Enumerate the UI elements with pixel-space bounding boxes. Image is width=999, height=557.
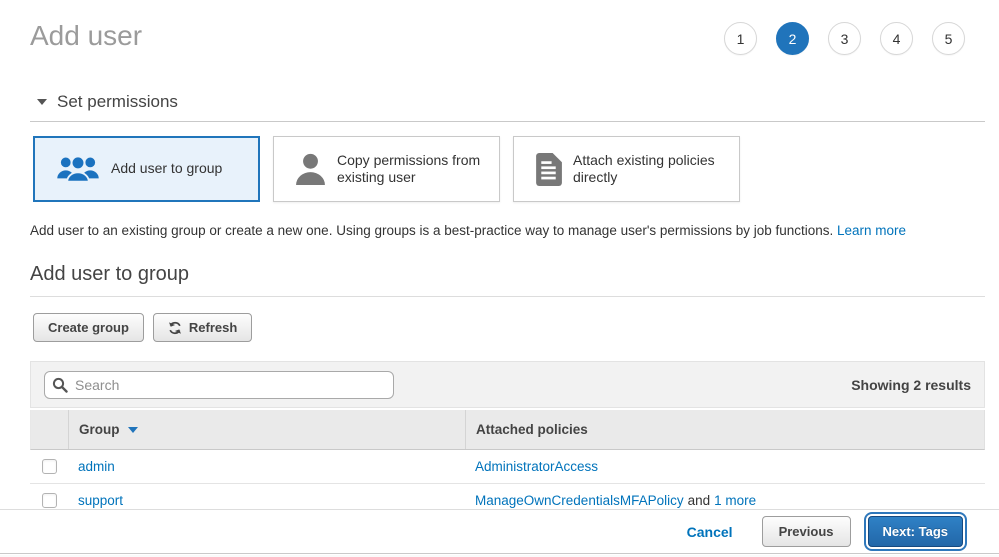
create-group-label: Create group: [48, 320, 129, 335]
permission-option-cards: Add user to group Copy permissions from …: [33, 136, 999, 202]
header-checkbox-cell: [31, 410, 69, 449]
page-header: Add user 1 2 3 4 5: [0, 0, 999, 55]
wizard-steps: 1 2 3 4 5: [724, 22, 965, 55]
table-header-row: Group Attached policies: [30, 410, 985, 450]
document-icon: [535, 153, 562, 186]
group-column-label: Group: [79, 422, 120, 437]
step-5: 5: [932, 22, 965, 55]
column-header-attached-policies: Attached policies: [466, 410, 984, 449]
card-add-user-to-group[interactable]: Add user to group: [33, 136, 260, 202]
cancel-link[interactable]: Cancel: [687, 524, 733, 540]
groups-table-panel: Showing 2 results Group Attached policie…: [30, 361, 985, 518]
group-cell: admin: [68, 450, 465, 483]
search-input[interactable]: [44, 371, 394, 399]
group-section-title: Add user to group: [30, 263, 985, 286]
group-link[interactable]: admin: [78, 459, 115, 474]
group-section-header: Add user to group: [30, 263, 985, 297]
policies-column-label: Attached policies: [476, 422, 588, 437]
row-checkbox-cell: [30, 450, 68, 483]
search-box: [44, 371, 394, 399]
more-policies-link[interactable]: 1 more: [714, 493, 756, 508]
table-toolbar: Showing 2 results: [30, 361, 985, 408]
column-header-group[interactable]: Group: [69, 410, 466, 449]
search-icon: [52, 377, 68, 398]
step-3: 3: [828, 22, 861, 55]
wizard-footer: Cancel Previous Next: Tags: [0, 509, 999, 554]
policies-cell: AdministratorAccess: [465, 450, 985, 483]
step-2-active: 2: [776, 22, 809, 55]
row-checkbox[interactable]: [42, 493, 57, 508]
results-count: Showing 2 results: [851, 377, 971, 393]
card-copy-permissions[interactable]: Copy permissions from existing user: [273, 136, 500, 202]
page-title: Add user: [30, 20, 142, 52]
create-group-button[interactable]: Create group: [33, 313, 144, 342]
card-label: Add user to group: [111, 160, 226, 178]
user-icon: [295, 152, 326, 186]
previous-button[interactable]: Previous: [762, 516, 851, 547]
group-toolbar: Create group Refresh: [33, 313, 999, 342]
section-title: Set permissions: [57, 92, 178, 112]
card-attach-policies[interactable]: Attach existing policies directly: [513, 136, 740, 202]
card-label: Attach existing policies directly: [573, 152, 729, 187]
step-1: 1: [724, 22, 757, 55]
refresh-button[interactable]: Refresh: [153, 313, 252, 342]
learn-more-link[interactable]: Learn more: [837, 223, 906, 238]
policies-joiner-text: and: [688, 493, 711, 508]
next-tags-button[interactable]: Next: Tags: [868, 516, 964, 547]
policy-link[interactable]: ManageOwnCredentialsMFAPolicy: [475, 493, 684, 508]
previous-label: Previous: [779, 524, 834, 539]
set-permissions-header[interactable]: Set permissions: [30, 92, 985, 122]
card-label: Copy permissions from existing user: [337, 152, 489, 187]
group-link[interactable]: support: [78, 493, 123, 508]
step-4: 4: [880, 22, 913, 55]
next-tags-label: Next: Tags: [883, 524, 949, 539]
description-text: Add user to an existing group or create …: [30, 223, 833, 238]
collapse-caret-icon: [37, 99, 47, 105]
sort-descending-icon: [128, 427, 138, 433]
table-row-admin: admin AdministratorAccess: [30, 450, 985, 484]
row-checkbox[interactable]: [42, 459, 57, 474]
policy-link[interactable]: AdministratorAccess: [475, 459, 598, 474]
refresh-icon: [168, 321, 182, 335]
permissions-description: Add user to an existing group or create …: [30, 223, 969, 238]
group-icon: [56, 153, 100, 185]
refresh-label: Refresh: [189, 320, 237, 335]
